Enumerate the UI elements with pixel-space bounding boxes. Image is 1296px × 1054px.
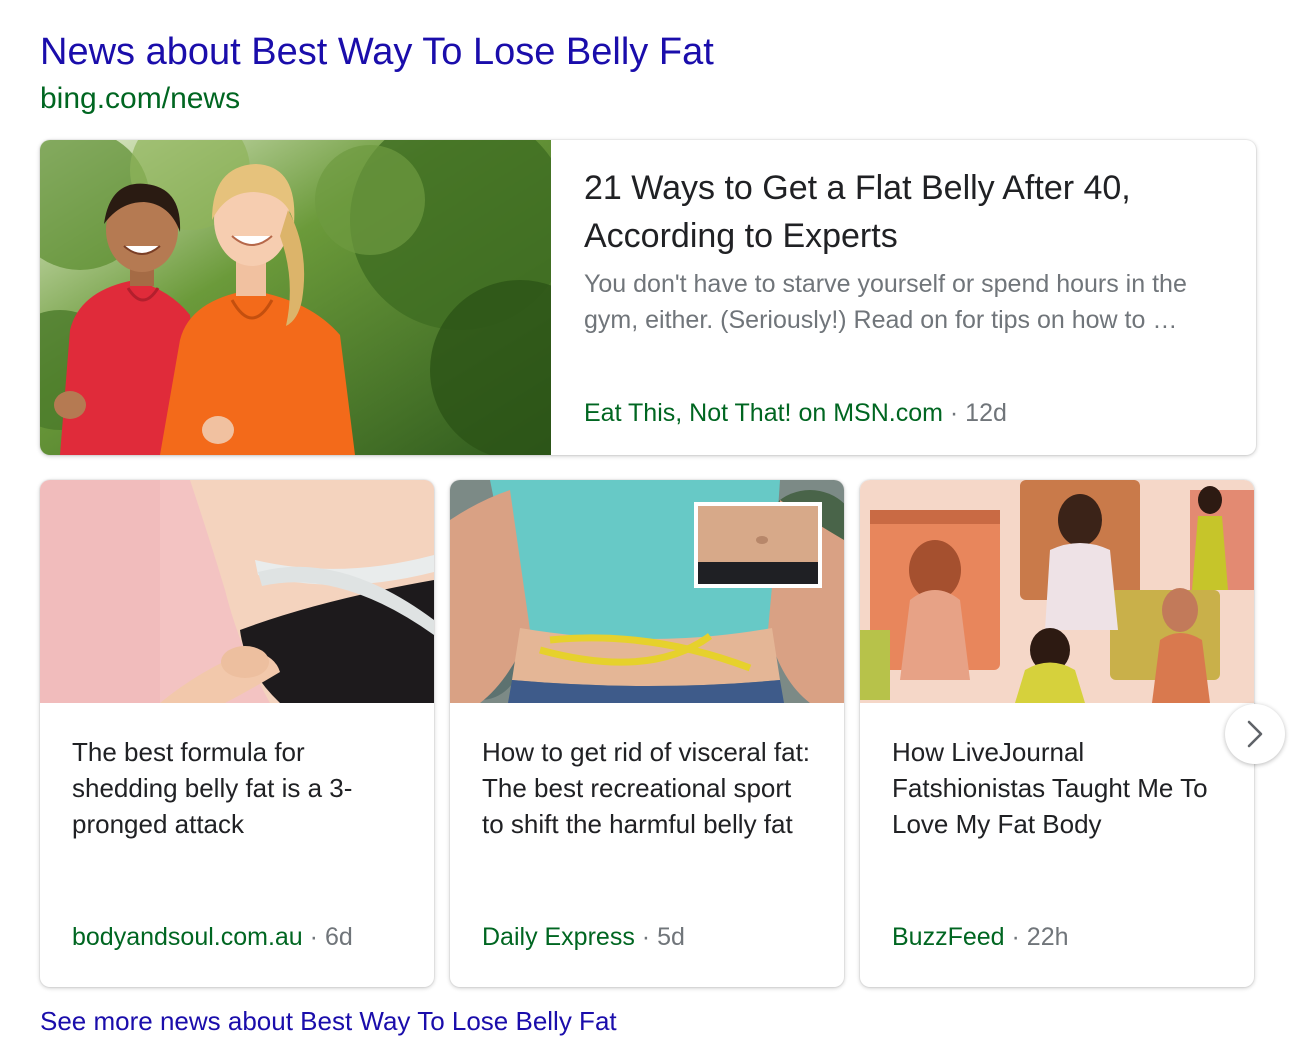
featured-news-age: 12d: [965, 399, 1007, 427]
news-card-age: 6d: [324, 923, 353, 951]
meta-separator: ·: [641, 923, 651, 951]
news-card-meta: bodyandsoul.com.au · 6d: [72, 921, 353, 953]
featured-news-card[interactable]: 21 Ways to Get a Flat Belly After 40, Ac…: [40, 140, 1256, 455]
carousel-next-button[interactable]: [1225, 704, 1285, 764]
news-section-title-link[interactable]: News about Best Way To Lose Belly Fat: [40, 28, 714, 76]
news-card-meta: BuzzFeed · 22h: [892, 921, 1069, 953]
news-card-source: BuzzFeed: [892, 923, 1005, 951]
news-card[interactable]: How to get rid of visceral fat: The best…: [450, 480, 844, 987]
news-card-thumbnail[interactable]: [860, 480, 1254, 703]
news-results-section: News about Best Way To Lose Belly Fat bi…: [0, 0, 1296, 1054]
news-section-source-url: bing.com/news: [40, 82, 241, 115]
news-card-headline[interactable]: How LiveJournal Fatshionistas Taught Me …: [892, 734, 1222, 842]
featured-news-headline[interactable]: 21 Ways to Get a Flat Belly After 40, Ac…: [584, 164, 1214, 260]
chevron-right-icon: [1244, 719, 1266, 749]
meta-separator: ·: [949, 399, 959, 427]
news-card-source: bodyandsoul.com.au: [72, 923, 303, 951]
featured-news-source: Eat This, Not That! on MSN.com: [584, 399, 943, 427]
meta-separator: ·: [309, 923, 318, 951]
news-card-headline[interactable]: How to get rid of visceral fat: The best…: [482, 734, 812, 842]
news-card-thumbnail[interactable]: [450, 480, 844, 703]
news-card[interactable]: How LiveJournal Fatshionistas Taught Me …: [860, 480, 1254, 987]
news-card-age: 5d: [657, 923, 685, 951]
featured-news-snippet: You don't have to starve yourself or spe…: [584, 270, 1187, 334]
news-card-thumbnail[interactable]: [40, 480, 434, 703]
see-more-news-link[interactable]: See more news about Best Way To Lose Bel…: [40, 1004, 617, 1038]
featured-news-thumbnail[interactable]: [40, 140, 551, 455]
meta-separator: ·: [1011, 923, 1020, 951]
news-card-meta: Daily Express · 5d: [482, 921, 685, 953]
news-card[interactable]: The best formula for shedding belly fat …: [40, 480, 434, 987]
featured-news-meta: Eat This, Not That! on MSN.com · 12d: [584, 397, 1007, 429]
news-card-headline[interactable]: The best formula for shedding belly fat …: [72, 734, 402, 842]
news-card-age: 22h: [1026, 923, 1069, 951]
news-card-source: Daily Express: [482, 923, 635, 951]
